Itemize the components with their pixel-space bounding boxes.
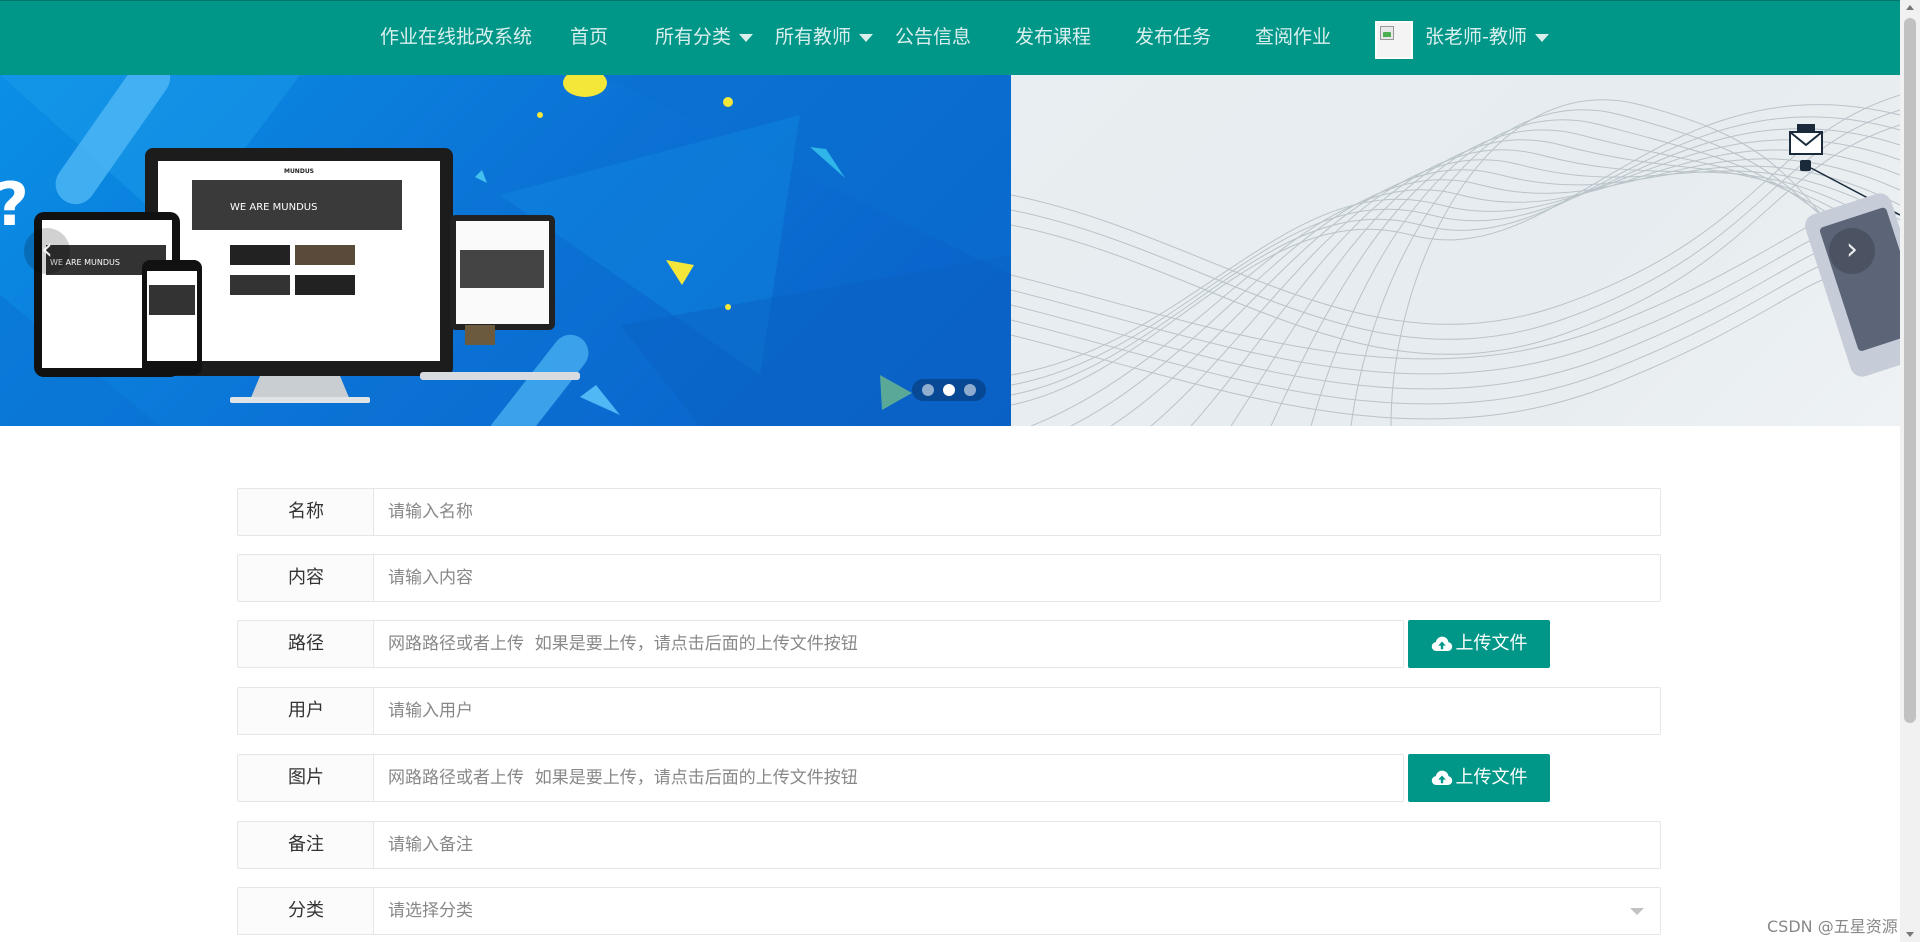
brand-title[interactable]: 作业在线批改系统 bbox=[380, 1, 532, 76]
form-row-category: 分类 请选择分类 bbox=[237, 887, 1661, 935]
chevron-down-icon bbox=[1630, 908, 1644, 915]
form-row-remark: 备注 bbox=[237, 821, 1661, 869]
banner-carousel: ? MUNDUS WE ARE MUNDUS WE ARE MUNDUS bbox=[0, 75, 1900, 426]
watermark-text: CSDN @五星资源 bbox=[1767, 917, 1898, 936]
nav-item-teachers-label: 所有教师 bbox=[775, 26, 852, 48]
user-label: 用户 bbox=[237, 687, 374, 735]
path-upload-button[interactable]: 上传文件 bbox=[1408, 620, 1550, 668]
nav-item-publish-course[interactable]: 发布课程 bbox=[1015, 1, 1091, 76]
cloud-upload-icon bbox=[1431, 636, 1452, 651]
nav-item-notices[interactable]: 公告信息 bbox=[895, 1, 971, 76]
svg-text:MUNDUS: MUNDUS bbox=[284, 168, 314, 175]
form-row-name: 名称 bbox=[237, 488, 1661, 536]
image-upload-button[interactable]: 上传文件 bbox=[1408, 754, 1550, 802]
devices-illustration: ? MUNDUS WE ARE MUNDUS WE ARE MUNDUS bbox=[0, 75, 1011, 426]
carousel-dot-2[interactable] bbox=[943, 384, 955, 396]
form-row-content: 内容 bbox=[237, 554, 1661, 602]
content-label: 内容 bbox=[237, 554, 374, 602]
carousel-next-button[interactable]: › bbox=[1829, 228, 1875, 274]
name-label: 名称 bbox=[237, 488, 374, 536]
user-name: 张老师-教师 bbox=[1425, 26, 1527, 48]
nav-item-categories-label: 所有分类 bbox=[655, 26, 732, 48]
cloud-upload-icon bbox=[1431, 770, 1452, 785]
svg-text:WE ARE MUNDUS: WE ARE MUNDUS bbox=[230, 202, 317, 213]
form-row-user: 用户 bbox=[237, 687, 1661, 735]
top-nav-bar: 作业在线批改系统 首页 所有分类 所有教师 公告信息 发布课程 发布任务 查阅作… bbox=[0, 0, 1900, 75]
wave-lines-illustration bbox=[1011, 94, 1900, 426]
path-upload-label: 上传文件 bbox=[1455, 633, 1528, 654]
form-row-path: 路径 上传文件 bbox=[237, 620, 1661, 668]
carousel-indicators bbox=[912, 379, 986, 401]
carousel-slide-waves bbox=[1011, 75, 1900, 426]
image-input[interactable] bbox=[373, 754, 1404, 802]
content-input[interactable] bbox=[373, 554, 1661, 602]
category-select[interactable]: 请选择分类 bbox=[373, 887, 1661, 935]
path-label: 路径 bbox=[237, 620, 374, 668]
nav-item-view-homework[interactable]: 查阅作业 bbox=[1255, 1, 1331, 76]
carousel-prev-button[interactable]: ‹ bbox=[24, 228, 70, 274]
image-upload-label: 上传文件 bbox=[1455, 767, 1528, 788]
remark-label: 备注 bbox=[237, 821, 374, 869]
chevron-down-icon bbox=[739, 33, 754, 42]
scrollbar-thumb[interactable] bbox=[1904, 18, 1916, 723]
carousel-dot-1[interactable] bbox=[922, 384, 934, 396]
scroll-up-icon[interactable] bbox=[1906, 5, 1914, 10]
scroll-down-icon[interactable] bbox=[1906, 932, 1914, 937]
nav-item-categories[interactable]: 所有分类 bbox=[655, 1, 754, 76]
remark-input[interactable] bbox=[373, 821, 1661, 869]
nav-item-home[interactable]: 首页 bbox=[570, 1, 608, 76]
broken-image-icon bbox=[1380, 26, 1394, 40]
form-row-image: 图片 上传文件 bbox=[237, 754, 1661, 802]
chevron-down-icon bbox=[1534, 33, 1549, 42]
image-label: 图片 bbox=[237, 754, 374, 802]
nav-item-teachers[interactable]: 所有教师 bbox=[775, 1, 874, 76]
carousel-slide-devices: ? MUNDUS WE ARE MUNDUS WE ARE MUNDUS bbox=[0, 75, 1011, 426]
nav-item-publish-task[interactable]: 发布任务 bbox=[1135, 1, 1211, 76]
page-scrollbar[interactable] bbox=[1900, 0, 1920, 942]
user-menu[interactable]: 张老师-教师 bbox=[1425, 1, 1549, 76]
path-input[interactable] bbox=[373, 620, 1404, 668]
carousel-dot-3[interactable] bbox=[964, 384, 976, 396]
category-select-placeholder: 请选择分类 bbox=[388, 901, 473, 921]
user-avatar[interactable] bbox=[1375, 21, 1413, 59]
svg-text:?: ? bbox=[0, 170, 29, 240]
name-input[interactable] bbox=[373, 488, 1661, 536]
chevron-down-icon bbox=[859, 33, 874, 42]
category-label: 分类 bbox=[237, 887, 374, 935]
user-input[interactable] bbox=[373, 687, 1661, 735]
